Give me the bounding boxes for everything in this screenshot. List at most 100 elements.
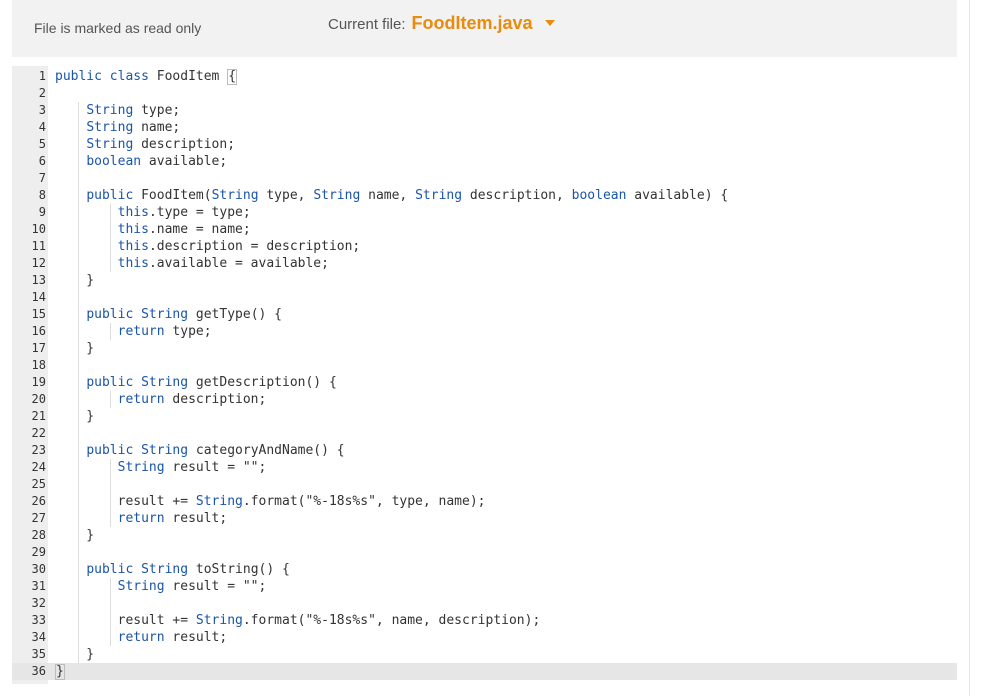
code-line: 15 public String getType() { [12,306,957,323]
line-number: 8 [38,188,46,202]
line-number: 12 [31,256,46,270]
code-text: String type; [86,103,181,118]
line-number: 6 [38,154,46,168]
code-line: 6 boolean available; [12,153,957,170]
line-number: 3 [38,103,46,117]
code-line: 14 [12,289,957,306]
code-text: return result; [117,511,228,526]
line-number: 7 [38,171,46,185]
code-line: 9 this.type = type; [12,204,957,221]
line-number: 10 [31,222,46,236]
code-line: 36} [12,663,957,680]
code-text: this.description = description; [117,239,361,254]
line-number: 33 [31,613,46,627]
indent-guide [109,204,111,272]
code-text: public FoodItem(String type, String name… [86,188,729,203]
chevron-down-icon[interactable] [544,20,555,26]
indent-guide [109,578,111,646]
code-line: 25 [12,476,957,493]
code-line: 17 } [12,340,957,357]
current-file-label: Current file: [328,16,406,33]
code-text: } [55,664,65,680]
current-file-name[interactable]: FoodItem.java [412,13,533,34]
vertical-scrollbar[interactable] [969,0,988,696]
code-line: 28 } [12,527,957,544]
code-line: 27 return result; [12,510,957,527]
line-number: 2 [38,86,46,100]
line-number: 34 [31,630,46,644]
line-number: 15 [31,307,46,321]
line-number: 26 [31,494,46,508]
code-text: public String categoryAndName() { [86,443,345,458]
code-line: 13 } [12,272,957,289]
code-line: 29 [12,544,957,561]
code-line: 20 return description; [12,391,957,408]
code-text: public String getDescription() { [86,375,337,390]
code-text: public String getType() { [86,307,282,322]
code-text: public String toString() { [86,562,290,577]
line-number: 29 [31,545,46,559]
line-number: 14 [31,290,46,304]
line-number: 27 [31,511,46,525]
readonly-notice: File is marked as read only [34,20,202,36]
indent-guide [109,323,111,340]
code-text: result += String.format("%-18s%s", type,… [55,494,486,509]
line-number: 18 [31,358,46,372]
code-line: 31 String result = ""; [12,578,957,595]
code-text: boolean available; [86,154,228,169]
indent-guide [109,391,111,408]
code-line: 32 [12,595,957,612]
code-text: String result = ""; [117,460,267,475]
code-text: String result = ""; [117,579,267,594]
line-number: 21 [31,409,46,423]
code-text: } [55,341,95,356]
code-line: 30 public String toString() { [12,561,957,578]
line-number: 1 [38,69,46,83]
code-line: 8 public FoodItem(String type, String na… [12,187,957,204]
code-line: 3 String type; [12,102,957,119]
indent-guide [109,459,111,527]
current-file-selector[interactable]: Current file: FoodItem.java [328,13,555,34]
line-number: 35 [31,647,46,661]
line-number: 20 [31,392,46,406]
line-number: 28 [31,528,46,542]
code-line: 1 public class FoodItem { [12,68,957,85]
line-number: 13 [31,273,46,287]
code-line: 16 return type; [12,323,957,340]
line-number: 17 [31,341,46,355]
indent-guide [78,102,80,663]
code-text: this.type = type; [117,205,251,220]
line-number: 32 [31,596,46,610]
viewer-header: File is marked as read only Current file… [12,0,957,57]
line-number: 24 [31,460,46,474]
line-number: 25 [31,477,46,491]
code-text: String description; [86,137,236,152]
code-line: 18 [12,357,957,374]
code-line: 33 result += String.format("%-18s%s", na… [12,612,957,629]
code-text: this.name = name; [117,222,251,237]
code-line: 12 this.available = available; [12,255,957,272]
code-text: return result; [117,630,228,645]
line-number: 31 [31,579,46,593]
code-editor[interactable]: 1 public class FoodItem {2 3 String type; 4… [12,66,957,696]
line-number: 16 [31,324,46,338]
line-number: 9 [38,205,46,219]
line-number: 19 [31,375,46,389]
code-line: 4 String name; [12,119,957,136]
line-number: 4 [38,120,46,134]
code-line: 10 this.name = name; [12,221,957,238]
code-line: 24 String result = ""; [12,459,957,476]
code-text: public class FoodItem { [55,69,238,85]
code-text: result += String.format("%-18s%s", name,… [55,613,541,628]
line-number: 36 [31,664,46,678]
line-number: 22 [31,426,46,440]
code-line: 26 result += String.format("%-18s%s", ty… [12,493,957,510]
code-line: 2 [12,85,957,102]
code-line: 7 [12,170,957,187]
code-line: 35 } [12,646,957,663]
code-text: } [55,528,95,543]
code-text: String name; [86,120,181,135]
code-text: } [55,273,95,288]
code-line: 23 public String categoryAndName() { [12,442,957,459]
code-line: 21 } [12,408,957,425]
